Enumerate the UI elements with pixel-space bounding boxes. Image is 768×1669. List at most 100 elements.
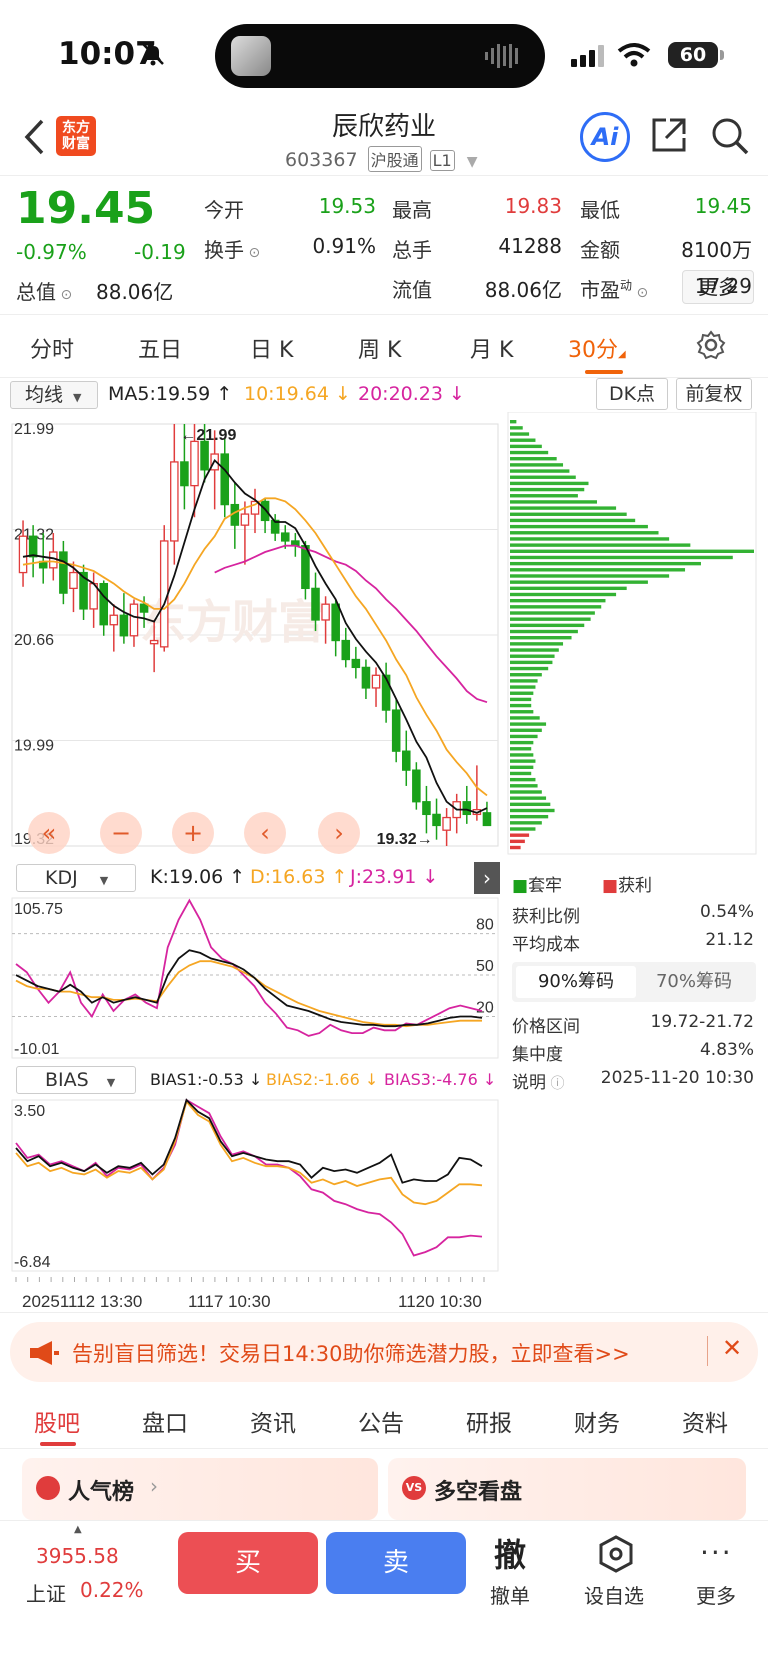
- sell-button[interactable]: 卖: [326, 1532, 466, 1594]
- kdj-k: K:19.06 ↑: [150, 866, 246, 888]
- quote-label-text: 金额: [580, 238, 620, 262]
- chart-control-3[interactable]: ‹: [244, 812, 286, 854]
- dropdown-arrow-icon: ▼: [73, 391, 82, 404]
- chip-bar: [510, 777, 536, 782]
- chip-bar: [510, 648, 559, 652]
- kdj-j-line: [15, 898, 483, 1037]
- settings-gear-icon[interactable]: [696, 330, 726, 360]
- candle: [119, 593, 129, 644]
- chip-bar: [510, 734, 538, 739]
- kdj-select[interactable]: KDJ ▼: [16, 864, 136, 892]
- chip-bar: [510, 802, 551, 807]
- chip-bar: [510, 839, 525, 844]
- candle: [442, 808, 451, 846]
- chip-bar: [510, 457, 557, 461]
- chip-tab-90[interactable]: 90%筹码: [516, 966, 636, 998]
- chip-bar: [510, 771, 532, 776]
- chart-control-2[interactable]: +: [172, 812, 214, 854]
- chip-bar: [510, 512, 627, 516]
- info-icon[interactable]: ⊙: [244, 245, 260, 261]
- more-dots-icon[interactable]: ···: [700, 1536, 733, 1569]
- chip-bar: [510, 821, 542, 825]
- chart-control-1[interactable]: −: [100, 812, 142, 854]
- kdj-chart[interactable]: 105.75 -10.01 80 50 20: [0, 894, 505, 1064]
- total-label: 总值: [16, 280, 56, 304]
- chart-control-0[interactable]: «: [28, 812, 70, 854]
- chip-bar: [510, 617, 591, 621]
- chip-bar: [510, 469, 570, 473]
- candlestick-chart[interactable]: 21.9921.3220.6619.9919.32东方财富←21.9919.32…: [0, 412, 768, 862]
- ai-button[interactable]: Ai: [580, 112, 630, 162]
- chip-bar: [510, 420, 517, 424]
- popularity-card[interactable]: 人气榜 ›: [22, 1458, 378, 1520]
- megaphone-icon: [30, 1341, 59, 1365]
- add-watchlist-label: 设自选: [584, 1584, 644, 1608]
- candle-body: [321, 603, 330, 621]
- chip-bar: [510, 438, 536, 442]
- chip-stat-value: 21.12: [705, 930, 754, 950]
- chip-bar: [510, 685, 536, 689]
- subtab-3[interactable]: 公告: [358, 1404, 404, 1438]
- bull-bear-card[interactable]: VS 多空看盘: [388, 1458, 746, 1520]
- subtab-0[interactable]: 股吧: [34, 1404, 80, 1438]
- candle-body: [462, 801, 472, 816]
- expand-panel-icon[interactable]: ›: [474, 862, 500, 894]
- index-value[interactable]: 3955.58: [36, 1544, 119, 1568]
- stock-code-row[interactable]: 603367 沪股通 L1 ▼: [285, 146, 478, 172]
- tab-1[interactable]: 五日: [138, 332, 182, 364]
- subtab-1[interactable]: 盘口: [142, 1404, 188, 1438]
- chip-bar: [510, 444, 542, 449]
- ma-select[interactable]: 均线 ▼: [10, 381, 98, 409]
- buy-button[interactable]: 买: [178, 1532, 318, 1594]
- chip-tab-70[interactable]: 70%筹码: [636, 966, 752, 998]
- chip-bar: [510, 494, 578, 498]
- chip-bar: [510, 592, 617, 597]
- tab-3[interactable]: 周 K: [358, 332, 401, 364]
- chip-bar: [510, 450, 549, 455]
- subtab-6[interactable]: 资料: [682, 1404, 728, 1438]
- candle-body: [109, 614, 119, 626]
- chart-control-4[interactable]: ›: [318, 812, 360, 854]
- bias-select[interactable]: BIAS ▼: [16, 1066, 136, 1094]
- chip-bar: [510, 549, 754, 553]
- chip-bar: [510, 747, 532, 751]
- header-divider: [0, 175, 768, 176]
- chip-bar: [510, 481, 589, 486]
- candle: [391, 699, 401, 763]
- chip-bar: [510, 697, 532, 702]
- candle-body: [331, 603, 340, 642]
- candle-body: [159, 540, 169, 648]
- chip-bar: [510, 703, 532, 708]
- kdj-d-text: D:16.63: [250, 866, 326, 888]
- price-tick: 19.99: [14, 738, 54, 755]
- chip-bar: [510, 605, 602, 609]
- bias-chart[interactable]: 3.50 -6.84 20251112 13:30 1117 10:30 1120 10…: [0, 1096, 505, 1311]
- tab-2[interactable]: 日 K: [250, 332, 293, 364]
- tab-5[interactable]: 30分◢: [568, 332, 626, 364]
- share-icon[interactable]: [650, 116, 688, 154]
- legend-trapped-label: 套牢: [528, 876, 563, 896]
- chip-bar: [510, 790, 542, 794]
- tab-4[interactable]: 月 K: [470, 332, 513, 364]
- adjust-button[interactable]: 前复权: [676, 378, 752, 410]
- info-icon[interactable]: ⓘ: [546, 1076, 564, 1092]
- bias2: BIAS2:-1.66 ↓: [266, 1070, 379, 1089]
- ma10-value: 10:19.64 ↓: [244, 383, 351, 405]
- search-icon[interactable]: [710, 116, 750, 156]
- tab-0[interactable]: 分时: [30, 332, 74, 364]
- index-name: 上证: [26, 1582, 66, 1606]
- promo-banner[interactable]: 告别盲目筛选！交易日14:30助你筛选潜力股，立即查看>> ✕: [10, 1322, 758, 1382]
- bias3-text: BIAS3:-4.76: [384, 1070, 478, 1089]
- popularity-title: 人气榜: [68, 1480, 135, 1505]
- cancel-order-icon[interactable]: 撤: [494, 1530, 526, 1576]
- chip-bar: [510, 586, 627, 591]
- subtab-5[interactable]: 财务: [574, 1404, 620, 1438]
- add-watchlist-icon[interactable]: [596, 1534, 636, 1574]
- chip-bar: [510, 765, 534, 769]
- subtab-4[interactable]: 研报: [466, 1404, 512, 1438]
- app-icon: [231, 36, 271, 76]
- subtab-2[interactable]: 资讯: [250, 1404, 296, 1438]
- close-icon[interactable]: ✕: [722, 1334, 742, 1362]
- info-icon[interactable]: ⊙: [56, 287, 72, 303]
- dk-point-button[interactable]: DK点: [596, 378, 668, 410]
